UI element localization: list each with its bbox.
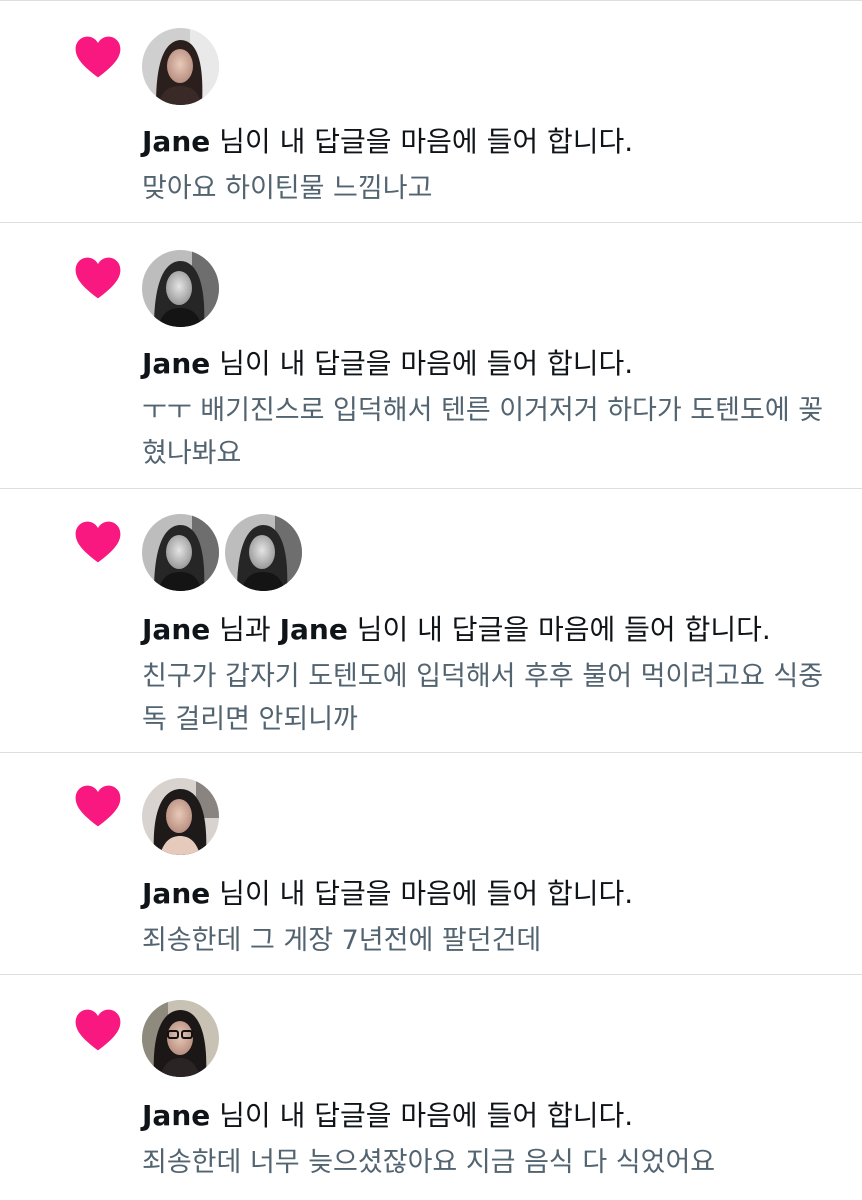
like-notification[interactable]: Jane 님과 Jane 님이 내 답글을 마음에 들어 합니다. 친구가 갑자… [0,488,862,752]
avatar[interactable] [225,514,302,591]
avatar-group [142,1000,219,1078]
user-name[interactable]: Jane [142,877,210,910]
reply-text: ㅜㅜ 배기진스로 입덕해서 텐른 이거저거 하다가 도텐도에 꽂혔나봐요 [142,395,824,469]
heart-icon [75,257,121,299]
reply-text: 친구가 갑자기 도텐도에 입덕해서 후후 불어 먹이려고요 식중독 걸리면 안되… [142,661,824,735]
avatar[interactable] [142,250,219,327]
like-headline: Jane 님이 내 답글을 마음에 들어 합니다. [142,346,842,382]
like-headline: Jane 님이 내 답글을 마음에 들어 합니다. [142,1098,842,1134]
notifications-feed: Jane 님이 내 답글을 마음에 들어 합니다. 맞아요 하이틴물 느낌나고 … [0,0,862,1200]
conj-text: 님과 [210,613,280,646]
user-name[interactable]: Jane [142,347,210,380]
like-notification[interactable]: Jane 님이 내 답글을 마음에 들어 합니다. ㅜㅜ 배기진스로 입덕해서 … [0,222,862,488]
like-headline: Jane 님이 내 답글을 마음에 들어 합니다. [142,124,842,160]
action-text: 님이 내 답글을 마음에 들어 합니다. [210,347,634,380]
reply-text: 죄송한데 그 게장 7년전에 팔던건데 [142,925,542,956]
avatar[interactable] [142,28,219,105]
user-name[interactable]: Jane [142,125,210,158]
heart-icon [75,1009,121,1051]
heart-icon [75,36,121,78]
avatar-group [142,28,219,106]
like-notification[interactable]: Jane 님이 내 답글을 마음에 들어 합니다. 죄송한데 그 게장 7년전에… [0,752,862,974]
avatar[interactable] [142,514,219,591]
avatar-group [142,778,219,856]
heart-icon [75,785,121,827]
avatar-group [142,514,302,592]
reply-text: 맞아요 하이틴물 느낌나고 [142,173,433,204]
user-name-2[interactable]: Jane [280,613,348,646]
user-name[interactable]: Jane [142,1099,210,1132]
like-headline: Jane 님과 Jane 님이 내 답글을 마음에 들어 합니다. [142,612,842,648]
action-text: 님이 내 답글을 마음에 들어 합니다. [210,125,634,158]
user-name[interactable]: Jane [142,613,210,646]
heart-icon [75,521,121,563]
avatar[interactable] [142,1000,219,1077]
action-text: 님이 내 답글을 마음에 들어 합니다. [210,877,634,910]
action-text: 님이 내 답글을 마음에 들어 합니다. [210,1099,634,1132]
reply-text: 죄송한데 너무 늦으셨잖아요 지금 음식 다 식었어요 [142,1147,716,1178]
avatar[interactable] [142,778,219,855]
like-notification[interactable]: Jane 님이 내 답글을 마음에 들어 합니다. 맞아요 하이틴물 느낌나고 [0,0,862,222]
like-notification[interactable]: Jane 님이 내 답글을 마음에 들어 합니다. 죄송한데 너무 늦으셨잖아요… [0,974,862,1200]
avatar-group [142,250,219,328]
action-text: 님이 내 답글을 마음에 들어 합니다. [347,613,771,646]
like-headline: Jane 님이 내 답글을 마음에 들어 합니다. [142,876,842,912]
